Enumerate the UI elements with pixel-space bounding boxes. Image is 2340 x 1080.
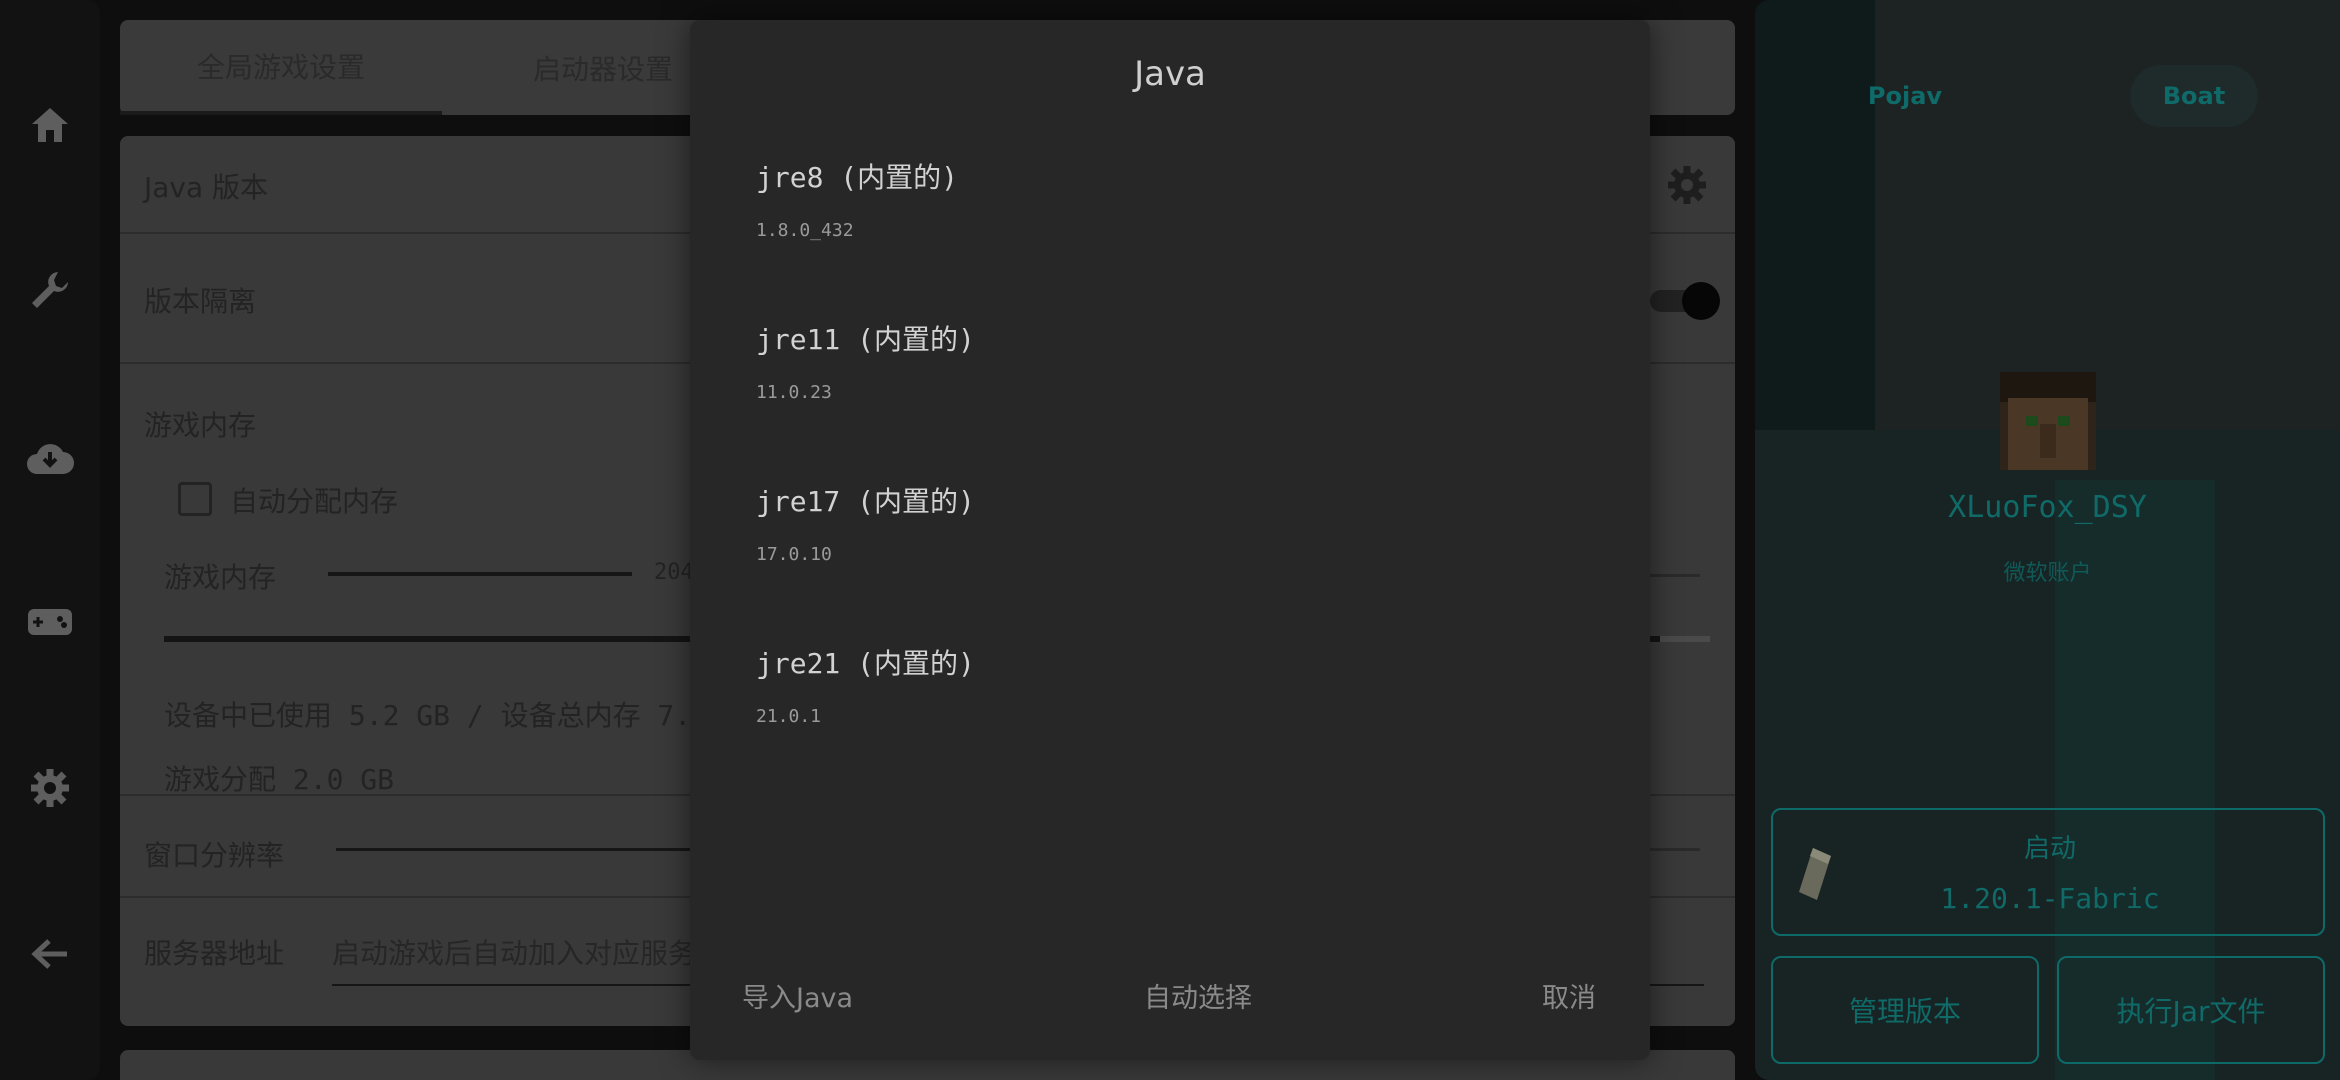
java-version-label: Java 版本: [144, 171, 269, 204]
resolution-label: 窗口分辨率: [144, 839, 285, 872]
launch-label: 启动: [2023, 834, 2076, 864]
background-art: [1875, 0, 2340, 430]
memory-slider-value: 204: [654, 560, 694, 585]
memory-slider-label: 游戏内存: [164, 561, 277, 594]
java-option-version: 11.0.23: [756, 382, 832, 403]
java-option-name: jre21 (内置的): [756, 647, 975, 680]
nav-rail: [0, 0, 100, 1080]
memory-used-text: 设备中已使用 5.2 GB / 设备总内存 7.5 G: [164, 699, 742, 732]
memory-alloc-text: 游戏分配 2.0 GB: [164, 763, 395, 796]
tab-boat[interactable]: Boat: [2130, 65, 2258, 127]
cancel-button[interactable]: 取消: [1542, 976, 1596, 1015]
game-memory-label: 游戏内存: [144, 409, 257, 442]
launcher-screen: 全局游戏设置 启动器设置 Java 版本 版本隔离 游戏内存 自动分配内存 游戏…: [0, 0, 2340, 1080]
server-input[interactable]: 启动游戏后自动加入对应服务: [332, 932, 696, 972]
avatar[interactable]: [2000, 372, 2096, 470]
tab-global-game-settings[interactable]: 全局游戏设置: [120, 20, 442, 115]
nav-controls[interactable]: [18, 590, 82, 654]
version-isolation-label: 版本隔离: [144, 285, 257, 318]
cloud-download-icon: [27, 444, 74, 474]
arrow-back-icon: [31, 939, 67, 969]
tab-pojav[interactable]: Pojav: [1855, 65, 1955, 127]
java-settings-gear-icon[interactable]: [1666, 164, 1708, 206]
import-java-button[interactable]: 导入Java: [742, 976, 853, 1015]
java-option-jre11[interactable]: jre11 (内置的) 11.0.23: [756, 318, 1576, 458]
launch-version: 1.20.1-Fabric: [1940, 882, 2160, 915]
run-jar-button[interactable]: 执行Jar文件: [2057, 956, 2325, 1064]
resolution-slider-end: [1650, 848, 1700, 851]
server-label: 服务器地址: [144, 937, 285, 970]
java-option-name: jre17 (内置的): [756, 485, 975, 518]
java-option-jre21[interactable]: jre21 (内置的) 21.0.1: [756, 642, 1576, 782]
launcher-panel: Pojav Boat XLuoFox_DSY 微软账户 启动 1.20.1-Fa…: [1755, 0, 2340, 1080]
java-option-version: 21.0.1: [756, 706, 822, 727]
nav-settings[interactable]: [18, 756, 82, 820]
auto-select-button[interactable]: 自动选择: [1144, 976, 1252, 1015]
version-isolation-toggle-knob[interactable]: [1682, 282, 1720, 320]
nav-download[interactable]: [18, 426, 82, 490]
dialog-title: Java: [1134, 54, 1206, 94]
java-select-dialog: Java jre8 (内置的) 1.8.0_432 jre11 (内置的) 11…: [690, 20, 1650, 1060]
nav-home[interactable]: [18, 93, 82, 157]
auto-memory-checkbox[interactable]: [178, 482, 212, 516]
java-option-version: 17.0.10: [756, 544, 832, 565]
java-option-name: jre8 (内置的): [756, 161, 959, 194]
nav-back[interactable]: [18, 922, 82, 986]
gear-icon: [31, 769, 69, 807]
memory-slider-end: [1650, 574, 1700, 577]
auto-memory-label: 自动分配内存: [230, 485, 399, 518]
nav-tools[interactable]: [18, 258, 82, 322]
memory-usage-bar-free: [1660, 636, 1710, 642]
gamepad-icon: [28, 609, 72, 635]
manage-versions-button[interactable]: 管理版本: [1771, 956, 2039, 1064]
home-icon: [32, 108, 68, 142]
java-option-version: 1.8.0_432: [756, 220, 854, 241]
account-type: 微软账户: [2003, 561, 2092, 586]
launch-button[interactable]: 启动 1.20.1-Fabric: [1771, 808, 2325, 936]
java-option-jre17[interactable]: jre17 (内置的) 17.0.10: [756, 480, 1576, 620]
username: XLuoFox_DSY: [1948, 490, 2147, 525]
memory-slider-track[interactable]: [328, 572, 632, 576]
java-option-name: jre11 (内置的): [756, 323, 975, 356]
resolution-slider-track[interactable]: [336, 848, 716, 851]
wrench-icon: [32, 272, 68, 308]
java-option-jre8[interactable]: jre8 (内置的) 1.8.0_432: [756, 156, 1576, 296]
